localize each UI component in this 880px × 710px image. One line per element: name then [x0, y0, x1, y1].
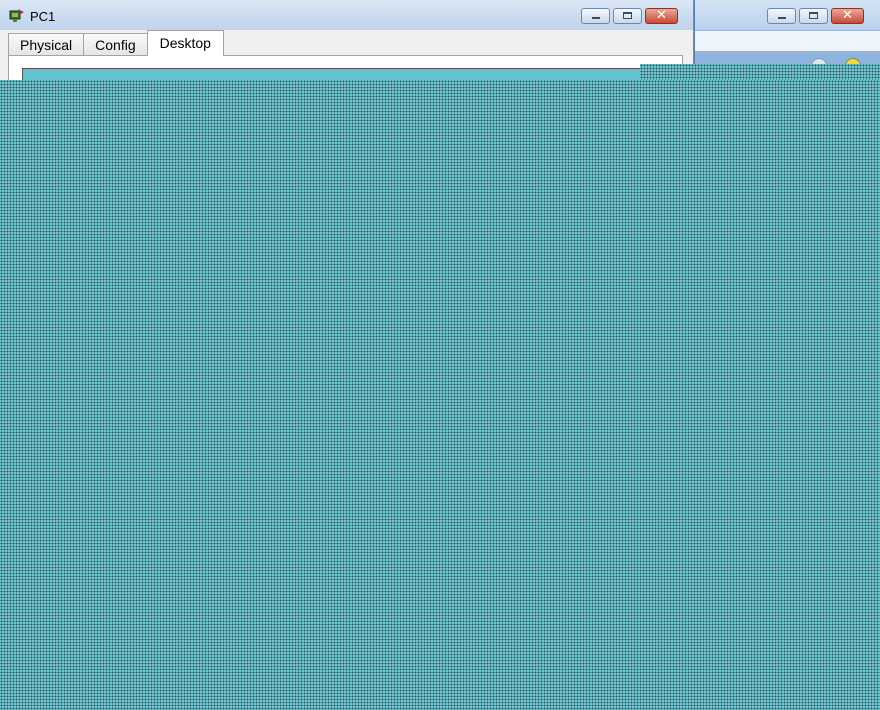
background-window-controls: ✕: [767, 8, 864, 24]
pc1-window-titlebar[interactable]: PC1 ✕: [0, 0, 693, 30]
desktop-panel-edge: [22, 68, 640, 80]
pc1-window-controls: ✕: [581, 8, 678, 24]
tab-desktop[interactable]: Desktop: [146, 30, 224, 56]
background-maximize-button[interactable]: [799, 8, 828, 24]
window-title: PC1: [30, 9, 56, 24]
tab-bar: Physical Config Desktop: [8, 30, 224, 56]
background-window-menubar: [695, 30, 880, 52]
desktop-area[interactable]: [0, 80, 880, 710]
background-minimize-button[interactable]: [767, 8, 796, 24]
desktop-area-top-extension: [640, 64, 880, 80]
minimize-button[interactable]: [581, 8, 610, 24]
minimize-icon: [592, 17, 600, 19]
screen: ✕ PC1 ✕ Physical Config Desktop: [0, 0, 880, 710]
maximize-button[interactable]: [613, 8, 642, 24]
close-button[interactable]: ✕: [645, 8, 678, 24]
close-icon: ✕: [842, 8, 853, 23]
maximize-icon: [623, 12, 632, 19]
packet-tracer-pc-icon: [9, 9, 24, 22]
minimize-icon: [778, 17, 786, 19]
background-close-button[interactable]: ✕: [831, 8, 864, 24]
close-icon: ✕: [656, 8, 667, 23]
maximize-icon: [809, 12, 818, 19]
tab-physical[interactable]: Physical: [8, 33, 85, 56]
tab-config[interactable]: Config: [83, 33, 148, 56]
